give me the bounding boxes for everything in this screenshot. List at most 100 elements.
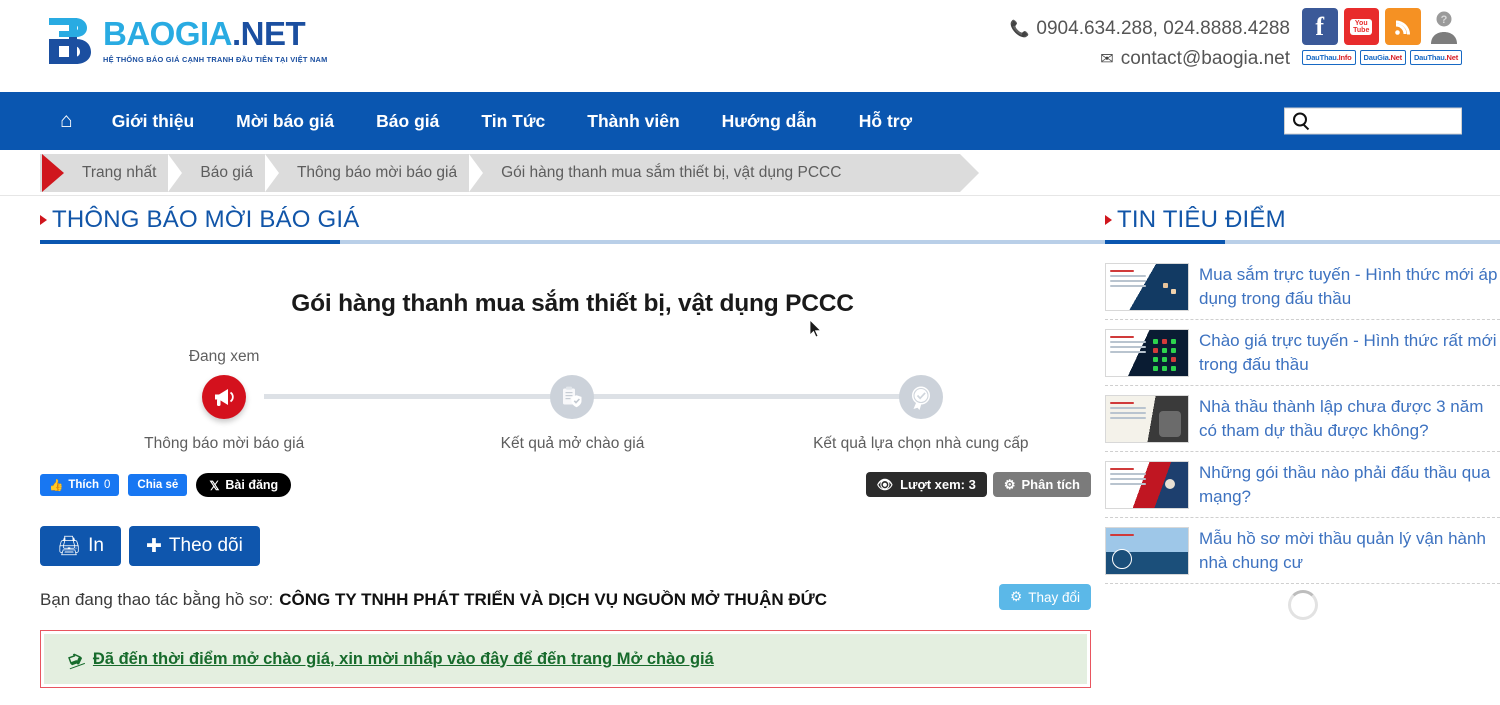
- breadcrumb-item-thong-bao[interactable]: Thông báo mời báo giá: [279, 153, 484, 192]
- contact-phone: 0904.634.288, 024.8888.4288: [1036, 18, 1290, 39]
- breadcrumb-start-arrow-icon: [42, 153, 64, 192]
- search-input[interactable]: [1285, 108, 1461, 134]
- contact-phone-line: 📞 0904.634.288, 024.8888.4288: [1010, 14, 1291, 44]
- list-item[interactable]: Những gói thầu nào phải đấu thầu qua mạn…: [1105, 452, 1500, 518]
- analyze-button[interactable]: ⚙ Phân tích: [992, 472, 1091, 497]
- facebook-like-button[interactable]: 👍 Thích 0: [40, 474, 120, 496]
- change-profile-button[interactable]: ⚙ Thay đổi: [999, 584, 1091, 610]
- badge-text-b: .Net: [1444, 53, 1459, 62]
- stepper-label-3: Kết quả lựa chọn nhà cung cấp: [813, 435, 1029, 452]
- list-item[interactable]: Nhà thầu thành lập chưa được 3 năm có th…: [1105, 386, 1500, 452]
- nav-item-ho-tro[interactable]: Hỗ trợ: [838, 92, 933, 150]
- news-title: Mẫu hồ sơ mời thầu quản lý vận hành nhà …: [1199, 529, 1486, 572]
- logo-mark-icon: [45, 14, 99, 66]
- badge-dauthau-net[interactable]: DauThau.Net: [1409, 50, 1463, 65]
- partner-badges: DauThau.Info DauGia.Net DauThau.Net: [1302, 50, 1463, 65]
- stepper-step-1[interactable]: Đang xem Thông báo mời báo giá: [50, 348, 398, 453]
- svg-text:?: ?: [1441, 14, 1448, 26]
- breadcrumb-item-current: Gói hàng thanh mua sắm thiết bị, vật dụn…: [501, 163, 842, 181]
- like-count: 0: [104, 479, 111, 491]
- print-button[interactable]: 🖨 In: [40, 526, 121, 566]
- news-title: Nhà thầu thành lập chưa được 3 năm có th…: [1199, 397, 1484, 440]
- badge-text-a: DauThau: [1306, 53, 1337, 62]
- stepper-label-2: Kết quả mở chào giá: [500, 435, 645, 452]
- active-profile-row: Bạn đang thao tác bằng hồ sơ: CÔNG TY TN…: [40, 584, 1105, 616]
- package-title: Gói hàng thanh mua sắm thiết bị, vật dụn…: [291, 290, 854, 317]
- list-item[interactable]: Chào giá trực tuyến - Hình thức rất mới …: [1105, 320, 1500, 386]
- stepper-spacer-2: [398, 348, 746, 368]
- thumbs-up-icon: 👍: [49, 480, 64, 492]
- news-title: Mua sắm trực tuyến - Hình thức mới áp dụ…: [1199, 265, 1498, 308]
- breadcrumb-item-home[interactable]: Trang nhất: [64, 153, 183, 192]
- news-thumbnail: [1105, 263, 1189, 311]
- youtube-icon[interactable]: You Tube: [1343, 8, 1379, 45]
- contact-email-line: ✉ contact@baogia.net: [1010, 44, 1290, 74]
- award-check-icon: [898, 375, 943, 419]
- badge-daugia-net[interactable]: DauGia.Net: [1359, 50, 1406, 65]
- phone-icon: 📞: [1009, 21, 1030, 38]
- sidebar-section-rule: [1105, 240, 1500, 244]
- news-thumbnail: [1105, 395, 1189, 443]
- facebook-share-button[interactable]: Chia sẻ: [128, 474, 188, 496]
- analyze-label: Phân tích: [1021, 477, 1080, 492]
- news-title: Những gói thầu nào phải đấu thầu qua mạn…: [1199, 463, 1491, 506]
- view-count-badge[interactable]: 👁 Lượt xem: 3: [865, 472, 987, 497]
- nav-home-icon[interactable]: ⌂: [42, 92, 91, 150]
- facebook-icon[interactable]: f: [1302, 8, 1338, 45]
- follow-button[interactable]: ✚ Theo dõi: [128, 526, 260, 566]
- site-logo[interactable]: BAOGIA.NET HỆ THỐNG BÁO GIÁ CẠNH TRANH Đ…: [45, 14, 328, 66]
- breadcrumb: Trang nhất Báo giá Thông báo mời báo giá…: [0, 150, 1500, 338]
- rss-icon[interactable]: [1385, 8, 1421, 45]
- stepper-step-2[interactable]: Kết quả mở chào giá: [398, 348, 746, 453]
- megaphone-icon: [202, 375, 247, 419]
- list-item[interactable]: Mẫu hồ sơ mời thầu quản lý vận hành nhà …: [1105, 518, 1500, 584]
- breadcrumb-item-bao-gia[interactable]: Báo giá: [182, 153, 279, 192]
- x-post-label: Bài đăng: [225, 478, 279, 492]
- profile-company-name: CÔNG TY TNHH PHÁT TRIỂN VÀ DỊCH VỤ NGUỒN…: [279, 590, 828, 609]
- stepper-current-label: Đang xem: [188, 348, 260, 365]
- social-share-row: 👍 Thích 0 Chia sẻ 𝕏 Bài đăng 👁 Lượt xem:…: [40, 472, 1105, 498]
- gear-icon: ⚙: [1010, 589, 1023, 604]
- follow-label: Theo dõi: [168, 535, 243, 556]
- nav-item-bao-gia[interactable]: Báo giá: [355, 92, 460, 150]
- arrow-pointer-icon: ➭: [63, 646, 87, 672]
- main-column: THÔNG BÁO MỜI BÁO GIÁ Gói hàng thanh mua…: [0, 206, 1105, 688]
- list-item[interactable]: Mua sắm trực tuyến - Hình thức mới áp dụ…: [1105, 254, 1500, 320]
- main-section-rule: [40, 240, 1105, 244]
- nav-item-huong-dan[interactable]: Hướng dẫn: [701, 92, 838, 150]
- view-count-label: Lượt xem: 3: [900, 477, 976, 492]
- stepper-label-1: Thông báo mời báo giá: [144, 435, 305, 452]
- stepper-step-3[interactable]: Kết quả lựa chọn nhà cung cấp: [747, 348, 1095, 453]
- user-icon[interactable]: ?: [1426, 8, 1462, 45]
- open-bidding-alert[interactable]: ➭ Đã đến thời điểm mở chào giá, xin mời …: [40, 630, 1091, 688]
- page-body: THÔNG BÁO MỜI BÁO GIÁ Gói hàng thanh mua…: [0, 196, 1500, 688]
- news-thumbnail: [1105, 329, 1189, 377]
- badge-text-a: DauThau: [1413, 53, 1445, 62]
- x-post-button[interactable]: 𝕏 Bài đăng: [196, 473, 292, 497]
- logo-wordmark: BAOGIA.NET: [103, 17, 328, 50]
- nav-item-tin-tuc[interactable]: Tin Tức: [460, 92, 566, 150]
- nav-item-gioi-thieu[interactable]: Giới thiệu: [91, 92, 215, 150]
- progress-stepper: Đang xem Thông báo mời báo giá Kết quả m…: [40, 348, 1105, 460]
- badge-text-a: DauGia: [1363, 53, 1389, 62]
- open-bidding-link[interactable]: ➭ Đã đến thời điểm mở chào giá, xin mời …: [63, 646, 714, 672]
- envelope-icon: ✉: [1100, 51, 1114, 68]
- profile-lead-text: Bạn đang thao tác bằng hồ sơ:: [40, 590, 274, 609]
- eye-icon: 👁: [876, 476, 894, 492]
- search-box[interactable]: [1284, 107, 1462, 135]
- contact-email: contact@baogia.net: [1120, 48, 1290, 69]
- badge-dauthau-info[interactable]: DauThau.Info: [1302, 50, 1356, 65]
- sidebar-column: TIN TIÊU ĐIỂM Mua sắm trực tuyến - Hình …: [1105, 206, 1500, 688]
- nav-item-moi-bao-gia[interactable]: Mời báo giá: [215, 92, 355, 150]
- stats-group: 👁 Lượt xem: 3 ⚙ Phân tích: [865, 472, 1091, 497]
- printer-icon: 🖨: [57, 536, 82, 557]
- sidebar-section-heading: TIN TIÊU ĐIỂM: [1105, 206, 1500, 240]
- gear-icon: ⚙: [1003, 476, 1016, 492]
- header-social-block: f You Tube ? DauThau.Info DauGia.Net DauT…: [1302, 8, 1463, 65]
- logo-brand-part2: .NET: [232, 14, 306, 52]
- news-title: Chào giá trực tuyến - Hình thức rất mới …: [1199, 331, 1497, 374]
- logo-tagline: HỆ THỐNG BÁO GIÁ CẠNH TRANH ĐẦU TIÊN TẠI…: [103, 54, 328, 64]
- loading-spinner-icon: [1287, 590, 1318, 620]
- nav-item-thanh-vien[interactable]: Thành viên: [566, 92, 700, 150]
- like-label: Thích: [68, 479, 99, 491]
